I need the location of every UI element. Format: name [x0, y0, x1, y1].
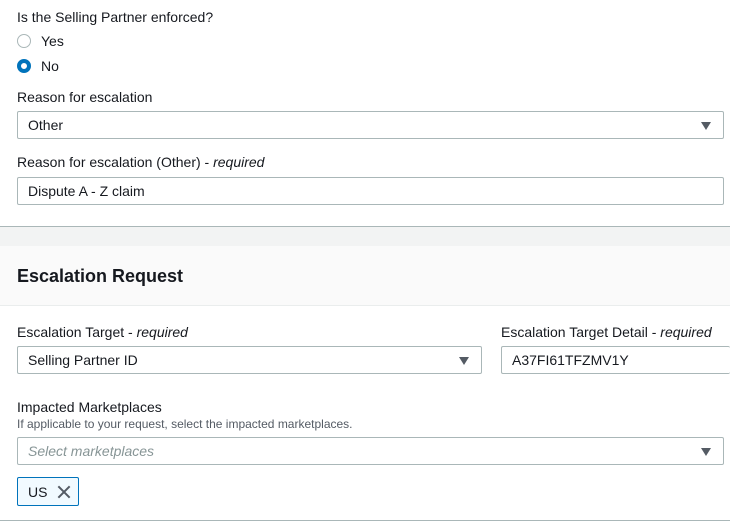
- close-icon[interactable]: [57, 485, 71, 499]
- caret-down-icon: [701, 122, 711, 130]
- marketplace-token-us: US: [17, 477, 79, 506]
- escalation-target-detail-label: Escalation Target Detail - required: [501, 323, 712, 341]
- escalation-target-select[interactable]: Selling Partner ID: [17, 346, 482, 374]
- reason-other-input[interactable]: Dispute A - Z claim: [17, 177, 724, 205]
- escalation-target-value: Selling Partner ID: [28, 352, 138, 368]
- escalation-request-title: Escalation Request: [17, 266, 184, 286]
- marketplaces-label: Impacted Marketplaces: [17, 399, 162, 415]
- radio-yes[interactable]: Yes: [17, 32, 64, 50]
- required-marker: required: [660, 324, 712, 340]
- required-marker: required: [213, 154, 265, 170]
- radio-no-label: No: [41, 58, 59, 74]
- reason-other-label: Reason for escalation (Other) - required: [17, 153, 264, 171]
- required-marker: required: [136, 324, 188, 340]
- escalation-form: Is the Selling Partner enforced? Yes No …: [0, 0, 730, 532]
- radio-yes-label: Yes: [41, 33, 64, 49]
- reason-label: Reason for escalation: [17, 89, 153, 105]
- required-separator: -: [204, 154, 210, 170]
- escalation-target-label: Escalation Target - required: [17, 323, 188, 341]
- radio-no-circle[interactable]: [17, 59, 31, 73]
- enforced-question-label: Is the Selling Partner enforced?: [17, 9, 214, 25]
- escalation-target-detail-label-text: Escalation Target Detail: [501, 324, 648, 340]
- section-divider: [0, 227, 730, 246]
- marketplaces-description: If applicable to your request, select th…: [17, 417, 353, 431]
- escalation-target-detail-value: A37FI61TFZMV1Y: [512, 352, 629, 368]
- reason-select[interactable]: Other: [17, 111, 724, 139]
- reason-select-value: Other: [28, 117, 64, 133]
- marketplaces-placeholder: Select marketplaces: [28, 443, 155, 459]
- reason-other-input-value: Dispute A - Z claim: [28, 183, 145, 199]
- marketplace-token-label: US: [28, 483, 48, 500]
- reason-other-label-text: Reason for escalation (Other): [17, 154, 201, 170]
- marketplaces-multiselect[interactable]: Select marketplaces: [17, 437, 724, 465]
- caret-down-icon: [459, 357, 469, 365]
- caret-down-icon: [701, 448, 711, 456]
- radio-no[interactable]: No: [17, 57, 59, 75]
- required-separator: -: [651, 324, 657, 340]
- escalation-target-detail-input[interactable]: A37FI61TFZMV1Y: [501, 346, 730, 374]
- radio-yes-circle[interactable]: [17, 34, 31, 48]
- required-separator: -: [128, 324, 133, 340]
- escalation-target-label-text: Escalation Target: [17, 324, 125, 340]
